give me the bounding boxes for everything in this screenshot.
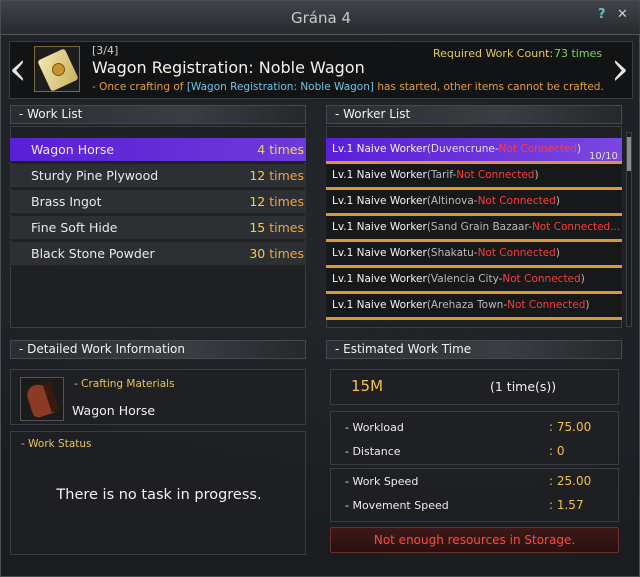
materials-label: - Crafting Materials [74,378,175,390]
work-item-count: 12 times [249,194,304,209]
worker-list-item[interactable]: Lv.1 Naive Worker(Duvencrune-Not Connect… [326,138,622,164]
scroll-thumb[interactable] [627,137,631,171]
worker-level: Lv.1 Naive Worker [332,299,427,311]
worker-list-item[interactable]: Lv.1 Naive Worker(Sand Grain Bazaar-Not … [326,216,622,242]
worker-status: Not Connected [498,143,577,155]
work-item-name: Sturdy Pine Plywood [31,168,159,183]
worker-close-paren: ) [534,169,539,181]
worker-list-item[interactable]: Lv.1 Naive Worker(Altinova-Not Connected… [326,190,622,216]
crafting-notice: - Once crafting of [Wagon Registration: … [92,81,604,93]
movement-speed-label: - Movement Speed [345,499,449,512]
worker-location: (Shakatu- [426,247,478,259]
work-list-item[interactable]: Fine Soft Hide 15 times [10,216,306,240]
work-list-heading: - Work List [10,105,306,124]
work-item-count: 4 times [257,142,304,157]
worker-list-item[interactable]: Lv.1 Naive Worker(Arehaza Town-Not Conne… [326,294,622,320]
worker-location: (Arehaza Town- [426,299,508,311]
worker-location: (Duvencrune- [426,143,499,155]
movement-speed-value: : 1.57 [549,498,584,512]
worker-close-paren: ) [576,143,582,155]
window-title: Grána 4 [291,9,351,27]
distance-label: - Distance [345,445,401,458]
worker-status: Not Connected [477,247,556,259]
work-list-item[interactable]: Wagon Horse 4 times [10,138,306,162]
work-item-count: 30 times [249,246,304,261]
work-list-item[interactable]: Sturdy Pine Plywood 12 times [10,164,306,188]
worker-status: Not Connected [502,273,581,285]
worker-close-paren: ) [585,299,590,311]
work-speed-value: : 25.00 [549,474,592,488]
work-item-name: Brass Ingot [31,194,102,209]
worker-status: Not Connected [456,169,535,181]
step-indicator: [3/4] [92,44,119,57]
close-icon[interactable]: ✕ [617,7,628,22]
worker-list-item[interactable]: Lv.1 Naive Worker(Tarif-Not Connected) [326,164,622,190]
work-item-count: 15 times [249,220,304,235]
detail-heading: - Detailed Work Information [10,340,306,359]
worker-close-paren: ) [555,247,560,259]
worker-status: Not Connected... [531,221,621,233]
craft-title: Wagon Registration: Noble Wagon [92,58,365,77]
registration-scroll-icon [34,46,80,92]
worker-count: 10/10 [589,151,618,162]
estimate-heading: - Estimated Work Time [326,340,622,359]
worker-level: Lv.1 Naive Worker [332,273,427,285]
work-list-item[interactable]: Black Stone Powder 30 times [10,242,306,266]
required-work-label: Required Work Count: [433,47,554,60]
workload-label: - Workload [345,421,404,434]
worker-level: Lv.1 Naive Worker [332,195,427,207]
worker-level: Lv.1 Naive Worker [332,221,427,233]
work-status-label: - Work Status [21,438,92,450]
worker-location: (Tarif- [426,169,457,181]
worker-list-scrollbar[interactable] [626,132,632,327]
worker-close-paren: ) [580,273,585,285]
worker-level: Lv.1 Naive Worker [332,169,427,181]
work-item-name: Wagon Horse [31,142,115,157]
worker-location: (Sand Grain Bazaar- [426,221,532,233]
work-item-name: Fine Soft Hide [31,220,118,235]
work-status-text: There is no task in progress. [56,487,262,503]
insufficient-resources-button[interactable]: Not enough resources in Storage. [330,527,619,553]
next-arrow-icon[interactable]: › [609,45,631,95]
work-item-name: Black Stone Powder [31,246,155,261]
material-name: Wagon Horse [72,403,156,418]
workload-value: : 75.00 [549,420,592,434]
help-icon[interactable]: ? [598,7,606,22]
required-work-value: 73 times [554,47,603,60]
worker-level: Lv.1 Naive Worker [332,247,427,259]
worker-location: (Valencia City- [426,273,503,285]
title-bar[interactable]: Grána 4 ? ✕ [1,1,640,35]
worker-list-item[interactable]: Lv.1 Naive Worker(Shakatu-Not Connected) [326,242,622,268]
worker-level: Lv.1 Naive Worker [332,143,427,155]
work-speed-label: - Work Speed [345,475,419,488]
work-item-count: 12 times [249,168,304,183]
work-list-item[interactable]: Brass Ingot 12 times [10,190,306,214]
worker-status: Not Connected [507,299,586,311]
worker-list-heading: - Worker List [326,105,622,124]
worker-list-item[interactable]: Lv.1 Naive Worker(Valencia City-Not Conn… [326,268,622,294]
estimated-repetitions: (1 time(s)) [490,379,557,394]
horse-icon[interactable] [20,377,64,421]
notice-item-link: [Wagon Registration: Noble Wagon] [186,81,374,93]
previous-arrow-icon[interactable]: ‹ [7,45,29,95]
worker-status: Not Connected [477,195,556,207]
worker-close-paren: ) [555,195,560,207]
worker-location: (Altinova- [426,195,478,207]
estimated-time: 15M [351,377,384,395]
distance-value: : 0 [549,444,565,458]
workshop-window: Grána 4 ? ✕ ‹ › [3/4] Wagon Registration… [0,0,640,577]
